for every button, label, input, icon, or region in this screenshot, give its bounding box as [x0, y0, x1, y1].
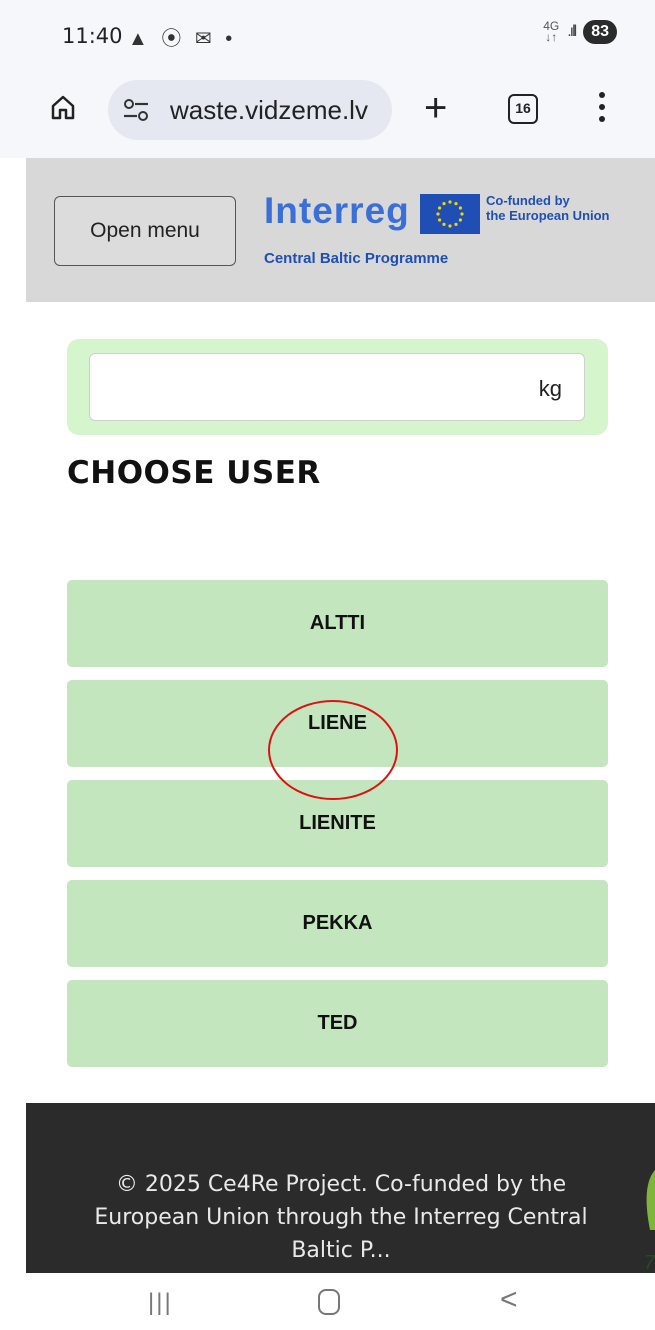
user-button-ted[interactable]: TED — [67, 980, 608, 1067]
weight-card: kg — [67, 339, 608, 435]
user-list: ALTTI LIENE LIENITE PEKKA TED — [67, 580, 608, 1080]
weight-unit: kg — [538, 376, 562, 401]
cofunded-line-2: the European Union — [486, 208, 610, 223]
user-button-liene[interactable]: LIENE — [67, 680, 608, 767]
user-button-lienite[interactable]: LIENITE — [67, 780, 608, 867]
home-nav-icon[interactable] — [318, 1289, 340, 1315]
battery-badge: 83 — [583, 20, 617, 44]
site-footer: © 2025 Ce4Re Project. Co-funded by the E… — [26, 1103, 655, 1273]
user-button-altti[interactable]: ALTTI — [67, 580, 608, 667]
programme-name: Central Baltic Programme — [264, 250, 449, 267]
weight-input[interactable]: kg — [89, 353, 585, 421]
eu-flag-icon — [420, 194, 480, 234]
status-time: 11:40 — [62, 24, 123, 48]
notification-icons: ▲ ⦿ ✉ • — [128, 28, 237, 50]
open-menu-button[interactable]: Open menu — [54, 196, 236, 266]
footer-copyright: © 2025 Ce4Re Project. Co-funded by the E… — [94, 1172, 588, 1263]
network-icon: 4G ↓↑ — [543, 19, 560, 44]
tab-switcher-icon[interactable]: 16 — [508, 94, 538, 124]
leaf-decoration-icon — [646, 1170, 655, 1230]
more-options-icon[interactable] — [598, 92, 606, 126]
network-type: 4G — [543, 19, 560, 33]
browser-toolbar: waste.vidzeme.lv + 16 — [0, 70, 655, 158]
logo-word: Interreg — [264, 190, 410, 231]
url-text: waste.vidzeme.lv — [170, 95, 368, 125]
back-icon[interactable]: < — [500, 1283, 518, 1317]
choose-user-title: CHOOSE USER — [67, 455, 321, 491]
new-tab-icon[interactable]: + — [424, 88, 447, 128]
status-bar: 11:40 ▲ ⦿ ✉ • 4G ↓↑ .ıll 83 — [0, 0, 655, 70]
page-number: 7 — [644, 1252, 655, 1274]
home-icon[interactable] — [50, 94, 76, 120]
cofunded-line-1: Co-funded by — [486, 193, 570, 208]
recent-apps-icon[interactable]: ||| — [148, 1289, 173, 1317]
address-bar[interactable]: waste.vidzeme.lv — [108, 80, 392, 140]
system-nav-bar: ||| < — [0, 1273, 655, 1330]
status-right: 4G ↓↑ .ıll 83 — [543, 20, 617, 44]
cofunded-text: Co-funded by the European Union — [486, 193, 610, 223]
site-settings-icon[interactable] — [122, 98, 150, 122]
user-button-pekka[interactable]: PEKKA — [67, 880, 608, 967]
site-header: Open menu Interreg Co-funded by the Euro… — [26, 158, 655, 302]
signal-icon: .ıll — [567, 23, 577, 40]
interreg-logo: Interreg Co-funded by the European Union… — [264, 188, 634, 278]
